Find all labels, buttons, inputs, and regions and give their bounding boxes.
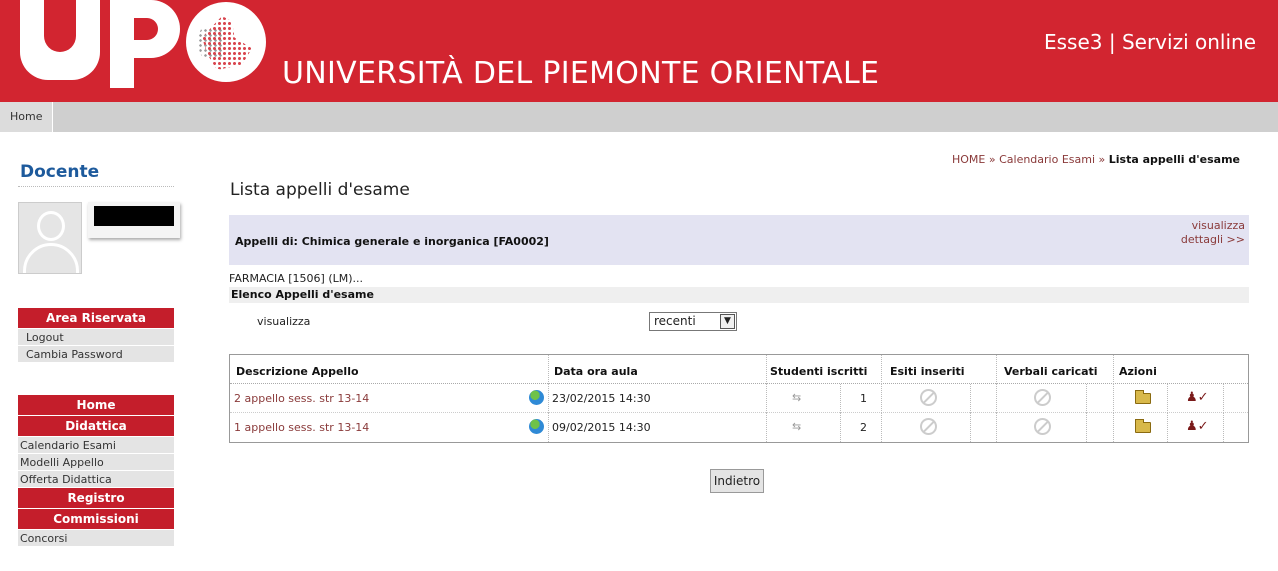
menu-item-cambia-password[interactable]: Cambia Password bbox=[18, 346, 174, 363]
filter-label: visualizza bbox=[257, 315, 311, 328]
main-menu: Home Didattica Calendario Esami Modelli … bbox=[18, 395, 174, 547]
visualizza-dettagli-link[interactable]: visualizza dettagli >> bbox=[1175, 219, 1245, 247]
table-row: 2 appello sess. str 13-14 23/02/2015 14:… bbox=[230, 384, 1248, 413]
col-esiti: Esiti inseriti bbox=[890, 365, 965, 378]
filter-value: recenti bbox=[654, 314, 696, 328]
not-available-icon bbox=[1034, 418, 1051, 435]
service-title: Esse3 | Servizi online bbox=[1044, 30, 1256, 54]
top-navbar: Home bbox=[0, 102, 1278, 132]
chevron-down-icon[interactable]: ▼ bbox=[720, 314, 735, 329]
refresh-icon[interactable]: ⇆ bbox=[792, 420, 801, 433]
menu-item-offerta-didattica[interactable]: Offerta Didattica bbox=[18, 471, 174, 488]
breadcrumb-separator: » bbox=[988, 153, 996, 166]
breadcrumb-current: Lista appelli d'esame bbox=[1108, 153, 1240, 166]
menu-header-area-riservata: Area Riservata bbox=[18, 308, 174, 328]
col-verbali: Verbali caricati bbox=[1004, 365, 1098, 378]
nav-home-link[interactable]: Home bbox=[0, 102, 54, 132]
section-title: Elenco Appelli d'esame bbox=[231, 288, 374, 301]
appello-link[interactable]: 2 appello sess. str 13-14 bbox=[234, 392, 369, 405]
open-folder-icon[interactable] bbox=[1135, 419, 1151, 433]
appelli-table: Descrizione Appello Data ora aula Studen… bbox=[229, 354, 1249, 443]
open-folder-icon[interactable] bbox=[1135, 390, 1151, 404]
not-available-icon bbox=[1034, 389, 1051, 406]
logo-letter-p bbox=[110, 0, 180, 88]
manage-students-icon[interactable]: ♟✓ bbox=[1186, 390, 1209, 405]
menu-header-commissioni[interactable]: Commissioni bbox=[18, 509, 174, 529]
globe-icon bbox=[529, 419, 544, 434]
back-button[interactable]: Indietro bbox=[710, 469, 764, 493]
appello-link[interactable]: 1 appello sess. str 13-14 bbox=[234, 421, 369, 434]
not-available-icon bbox=[920, 389, 937, 406]
divider bbox=[18, 186, 174, 187]
breadcrumb-separator: » bbox=[1098, 153, 1106, 166]
table-header: Descrizione Appello Data ora aula Studen… bbox=[230, 355, 1248, 384]
col-studenti: Studenti iscritti bbox=[770, 365, 868, 378]
user-name-box bbox=[88, 202, 180, 238]
breadcrumb: HOME » Calendario Esami » Lista appelli … bbox=[952, 153, 1240, 166]
table-row: 1 appello sess. str 13-14 09/02/2015 14:… bbox=[230, 413, 1248, 442]
degree-course: FARMACIA [1506] (LM)... bbox=[229, 272, 364, 285]
area-riservata-menu: Area Riservata Logout Cambia Password bbox=[18, 308, 174, 363]
col-azioni: Azioni bbox=[1119, 365, 1157, 378]
col-data: Data ora aula bbox=[554, 365, 638, 378]
menu-item-calendario-esami[interactable]: Calendario Esami bbox=[18, 437, 174, 454]
enrolled-count: 1 bbox=[860, 392, 867, 405]
globe-icon bbox=[529, 390, 544, 405]
refresh-icon[interactable]: ⇆ bbox=[792, 391, 801, 404]
breadcrumb-home[interactable]: HOME bbox=[952, 153, 985, 166]
breadcrumb-calendario[interactable]: Calendario Esami bbox=[999, 153, 1095, 166]
menu-item-concorsi[interactable]: Concorsi bbox=[18, 530, 174, 547]
not-available-icon bbox=[920, 418, 937, 435]
filter-select[interactable]: recenti ▼ bbox=[649, 312, 737, 331]
course-info-box: Appelli di: Chimica generale e inorganic… bbox=[229, 215, 1249, 265]
menu-header-registro[interactable]: Registro bbox=[18, 488, 174, 508]
section-header: Elenco Appelli d'esame bbox=[229, 287, 1249, 303]
university-name: UNIVERSITÀ DEL PIEMONTE ORIENTALE bbox=[282, 56, 880, 91]
logo-piemonte-map bbox=[186, 2, 266, 82]
appello-datetime: 09/02/2015 14:30 bbox=[552, 421, 651, 434]
course-label: Appelli di: Chimica generale e inorganic… bbox=[235, 235, 549, 248]
col-descrizione: Descrizione Appello bbox=[236, 365, 359, 378]
menu-item-logout[interactable]: Logout bbox=[18, 329, 174, 346]
avatar bbox=[18, 202, 82, 274]
logo-letter-u bbox=[20, 0, 100, 80]
page-title: Lista appelli d'esame bbox=[230, 180, 410, 200]
menu-header-home[interactable]: Home bbox=[18, 395, 174, 415]
manage-students-icon[interactable]: ♟✓ bbox=[1186, 419, 1209, 434]
menu-header-didattica[interactable]: Didattica bbox=[18, 416, 174, 436]
redacted-name bbox=[94, 206, 174, 226]
enrolled-count: 2 bbox=[860, 421, 867, 434]
menu-item-modelli-appello[interactable]: Modelli Appello bbox=[18, 454, 174, 471]
appello-datetime: 23/02/2015 14:30 bbox=[552, 392, 651, 405]
site-header: UNIVERSITÀ DEL PIEMONTE ORIENTALE Esse3 … bbox=[0, 0, 1278, 102]
role-title: Docente bbox=[20, 162, 100, 182]
